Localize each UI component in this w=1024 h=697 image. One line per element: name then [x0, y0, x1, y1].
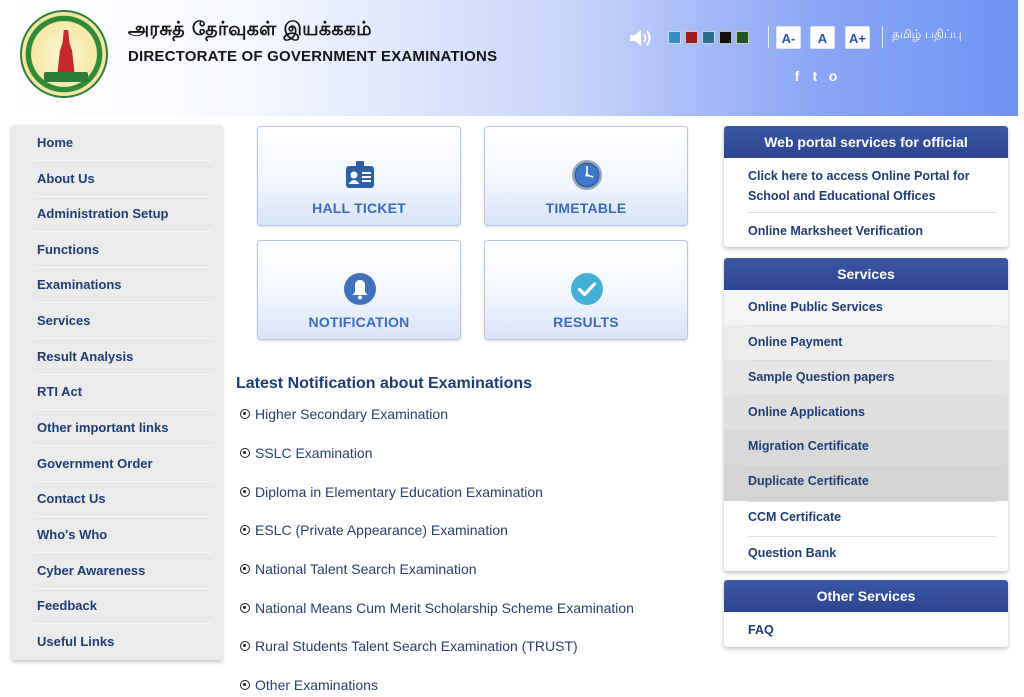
nav-item-examinations[interactable]: Examinations — [36, 267, 212, 303]
radio-bullet-icon — [240, 487, 250, 497]
instagram-icon[interactable]: o — [826, 68, 840, 84]
service-link-online-public-services[interactable]: Online Public Services — [748, 297, 883, 317]
other-services-panel: Other Services FAQ — [724, 580, 1008, 647]
font-decrease-button[interactable]: A- — [776, 26, 801, 49]
font-normal-button[interactable]: A — [810, 26, 835, 49]
notification-link[interactable]: Rural Students Talent Search Examination… — [240, 638, 578, 654]
tamil-nadu-emblem-logo — [20, 10, 108, 98]
nav-item-about-us[interactable]: About Us — [36, 161, 212, 197]
faq-link[interactable]: FAQ — [748, 620, 774, 640]
service-link-online-payment[interactable]: Online Payment — [748, 332, 842, 352]
clock-icon — [572, 160, 602, 190]
nav-item-functions[interactable]: Functions — [36, 232, 212, 268]
nav-item-rti-act[interactable]: RTI Act — [36, 374, 212, 410]
results-label: RESULTS — [553, 314, 619, 330]
font-increase-button[interactable]: A+ — [845, 26, 870, 49]
radio-bullet-icon — [240, 525, 250, 535]
notification-link[interactable]: National Talent Search Examination — [240, 561, 477, 577]
theme-swatch-teal[interactable] — [702, 31, 715, 44]
notification-link[interactable]: National Means Cum Merit Scholarship Sch… — [240, 600, 634, 616]
notification-link[interactable]: Higher Secondary Examination — [240, 406, 448, 422]
radio-bullet-icon — [240, 603, 250, 613]
theme-swatch-black[interactable] — [719, 31, 732, 44]
bell-icon — [344, 273, 376, 305]
language-toggle-link[interactable]: தமிழ் பதிப்பு — [892, 27, 962, 43]
id-card-icon — [346, 161, 374, 188]
hall-ticket-label: HALL TICKET — [312, 200, 406, 216]
marksheet-verification-link[interactable]: Online Marksheet Verification — [748, 221, 923, 241]
nav-item-services[interactable]: Services — [36, 303, 212, 339]
nav-item-other-important-links[interactable]: Other important links — [36, 410, 212, 446]
radio-bullet-icon — [240, 448, 250, 458]
theme-color-picker — [668, 31, 749, 44]
results-tile[interactable]: RESULTS — [484, 240, 688, 340]
nav-item-government-order[interactable]: Government Order — [36, 446, 212, 482]
notification-link[interactable]: Other Examinations — [240, 677, 378, 693]
hall-ticket-tile[interactable]: HALL TICKET — [257, 126, 461, 226]
radio-bullet-icon — [240, 564, 250, 574]
radio-bullet-icon — [240, 680, 250, 690]
radio-bullet-icon — [240, 409, 250, 419]
social-links: f t o — [790, 68, 840, 84]
service-link-migration-certificate[interactable]: Migration Certificate — [748, 436, 869, 456]
service-link-ccm-certificate[interactable]: CCM Certificate — [748, 507, 841, 527]
site-header: அரசுத் தேர்வுகள் இயக்ககம் DIRECTORATE OF… — [0, 0, 1018, 116]
services-panel: Services Online Public Services Online P… — [724, 258, 1008, 571]
service-link-duplicate-certificate[interactable]: Duplicate Certificate — [748, 471, 869, 491]
timetable-label: TIMETABLE — [545, 200, 627, 216]
notification-tile[interactable]: NOTIFICATION — [257, 240, 461, 340]
nav-item-feedback[interactable]: Feedback — [36, 588, 212, 624]
service-link-question-bank[interactable]: Question Bank — [748, 543, 836, 563]
service-link-sample-question-papers[interactable]: Sample Question papers — [748, 367, 895, 387]
timetable-tile[interactable]: TIMETABLE — [484, 126, 688, 226]
notification-link[interactable]: SSLC Examination — [240, 445, 373, 461]
speaker-icon[interactable] — [628, 28, 652, 48]
theme-swatch-green[interactable] — [736, 31, 749, 44]
theme-swatch-red[interactable] — [685, 31, 698, 44]
facebook-icon[interactable]: f — [790, 68, 804, 84]
notification-link[interactable]: ESLC (Private Appearance) Examination — [240, 522, 508, 538]
notifications-heading: Latest Notification about Examinations — [236, 375, 533, 392]
nav-item-cyber-awareness[interactable]: Cyber Awareness — [36, 553, 212, 589]
nav-item-contact-us[interactable]: Contact Us — [36, 481, 212, 517]
other-services-heading: Other Services — [724, 580, 1008, 612]
nav-item-whos-who[interactable]: Who's Who — [36, 517, 212, 553]
site-title-english: DIRECTORATE OF GOVERNMENT EXAMINATIONS — [128, 48, 498, 65]
radio-bullet-icon — [240, 641, 250, 651]
notification-link[interactable]: Diploma in Elementary Education Examinat… — [240, 484, 543, 500]
nav-item-useful-links[interactable]: Useful Links — [36, 624, 212, 660]
checkmark-icon — [571, 273, 603, 305]
theme-swatch-blue[interactable] — [668, 31, 681, 44]
nav-item-result-analysis[interactable]: Result Analysis — [36, 339, 212, 375]
twitter-icon[interactable]: t — [808, 68, 822, 84]
official-portal-heading: Web portal services for official — [724, 126, 1008, 158]
online-portal-link[interactable]: Click here to access Online Portal for S… — [748, 166, 970, 206]
notification-label: NOTIFICATION — [308, 314, 410, 330]
service-link-online-applications[interactable]: Online Applications — [748, 402, 865, 422]
gopuram-icon — [57, 30, 75, 72]
nav-item-administration-setup[interactable]: Administration Setup — [36, 196, 212, 232]
site-title-tamil: அரசுத் தேர்வுகள் இயக்ககம் — [128, 18, 372, 40]
services-heading: Services — [724, 258, 1008, 290]
official-portal-panel: Web portal services for official Click h… — [724, 126, 1008, 247]
nav-item-home[interactable]: Home — [36, 125, 212, 161]
sidebar-nav: Home About Us Administration Setup Funct… — [12, 125, 222, 660]
